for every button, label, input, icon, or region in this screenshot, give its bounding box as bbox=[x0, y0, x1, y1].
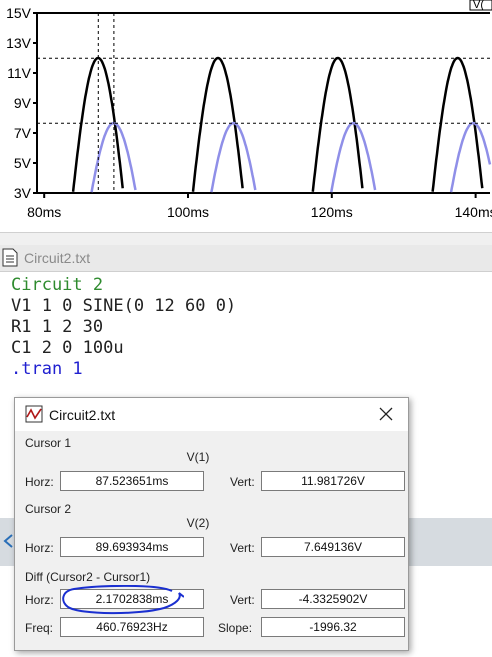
netlist-editor[interactable]: Circuit 2 V1 1 0 SINE(0 12 60 0) R1 1 2 … bbox=[11, 275, 236, 380]
cursor2-horz-label: Horz: bbox=[25, 541, 54, 555]
waveform-icon bbox=[25, 405, 43, 423]
x-tick-label: 120ms bbox=[311, 204, 353, 220]
schematic-icon bbox=[3, 534, 13, 548]
y-tick-label: 5V bbox=[14, 155, 32, 171]
diff-freq-label: Freq: bbox=[25, 621, 54, 635]
cursor1-vert-field[interactable] bbox=[261, 471, 405, 491]
cursor1-horz-label: Horz: bbox=[25, 475, 54, 489]
diff-slope-label: Slope: bbox=[218, 621, 253, 635]
cursor2-horz-field[interactable] bbox=[60, 537, 204, 557]
cursor1-label: Cursor 1 bbox=[25, 436, 72, 450]
pane-separator[interactable] bbox=[0, 232, 492, 246]
y-tick-label: 13V bbox=[6, 35, 32, 51]
y-tick-label: 15V bbox=[6, 5, 32, 21]
x-tick-label: 80ms bbox=[27, 204, 61, 220]
cursor-dialog[interactable]: Circuit2.txt Cursor 1 V(1) Horz: Vert: C… bbox=[14, 397, 409, 651]
netlist-titlebar[interactable]: Circuit2.txt bbox=[0, 245, 492, 272]
cursor2-vert-field[interactable] bbox=[261, 537, 405, 557]
dialog-titlebar[interactable]: Circuit2.txt bbox=[15, 398, 408, 431]
y-tick-label: 3V bbox=[14, 185, 32, 201]
netlist-line: V1 1 0 SINE(0 12 60 0) bbox=[11, 296, 237, 316]
netlist-title: Circuit2.txt bbox=[24, 250, 91, 266]
cursor2-label: Cursor 2 bbox=[25, 502, 72, 516]
document-icon bbox=[2, 248, 18, 267]
cursor2-vert-label: Vert: bbox=[230, 541, 255, 555]
plot-canvas[interactable]: 15V 13V 11V 9V 7V 5V 3V 80ms 100ms 120ms 140ms V( bbox=[0, 0, 492, 232]
netlist-line: .tran 1 bbox=[11, 359, 83, 379]
trace-v2 bbox=[90, 121, 492, 193]
y-tick-label: 9V bbox=[14, 95, 32, 111]
diff-slope-field[interactable] bbox=[261, 617, 405, 637]
diff-label: Diff (Cursor2 - Cursor1) bbox=[25, 570, 151, 584]
diff-vert-label: Vert: bbox=[230, 593, 255, 607]
dialog-title: Circuit2.txt bbox=[49, 407, 116, 423]
y-tick-label: 7V bbox=[14, 125, 32, 141]
cursor1-vert-label: Vert: bbox=[230, 475, 255, 489]
diff-vert-field[interactable] bbox=[261, 589, 405, 609]
x-tick-label: 140ms bbox=[455, 204, 492, 220]
y-tick-label: 11V bbox=[7, 65, 32, 81]
cursor1-trace: V(1) bbox=[186, 450, 210, 464]
cursor2-trace: V(2) bbox=[186, 516, 210, 530]
cursor1-horz-field[interactable] bbox=[60, 471, 204, 491]
trace-label: V( bbox=[473, 0, 484, 11]
netlist-line: R1 1 2 30 bbox=[11, 317, 104, 337]
trace-v1 bbox=[71, 56, 484, 192]
netlist-line: Circuit 2 bbox=[11, 275, 104, 295]
diff-horz-field[interactable] bbox=[60, 589, 204, 609]
close-icon[interactable] bbox=[373, 402, 399, 426]
waveform-plot[interactable]: 15V 13V 11V 9V 7V 5V 3V 80ms 100ms 120ms 140ms V( bbox=[0, 0, 492, 232]
netlist-line: C1 2 0 100u bbox=[11, 338, 124, 358]
diff-horz-label: Horz: bbox=[25, 593, 54, 607]
x-tick-label: 100ms bbox=[167, 204, 209, 220]
diff-freq-field[interactable] bbox=[60, 617, 204, 637]
